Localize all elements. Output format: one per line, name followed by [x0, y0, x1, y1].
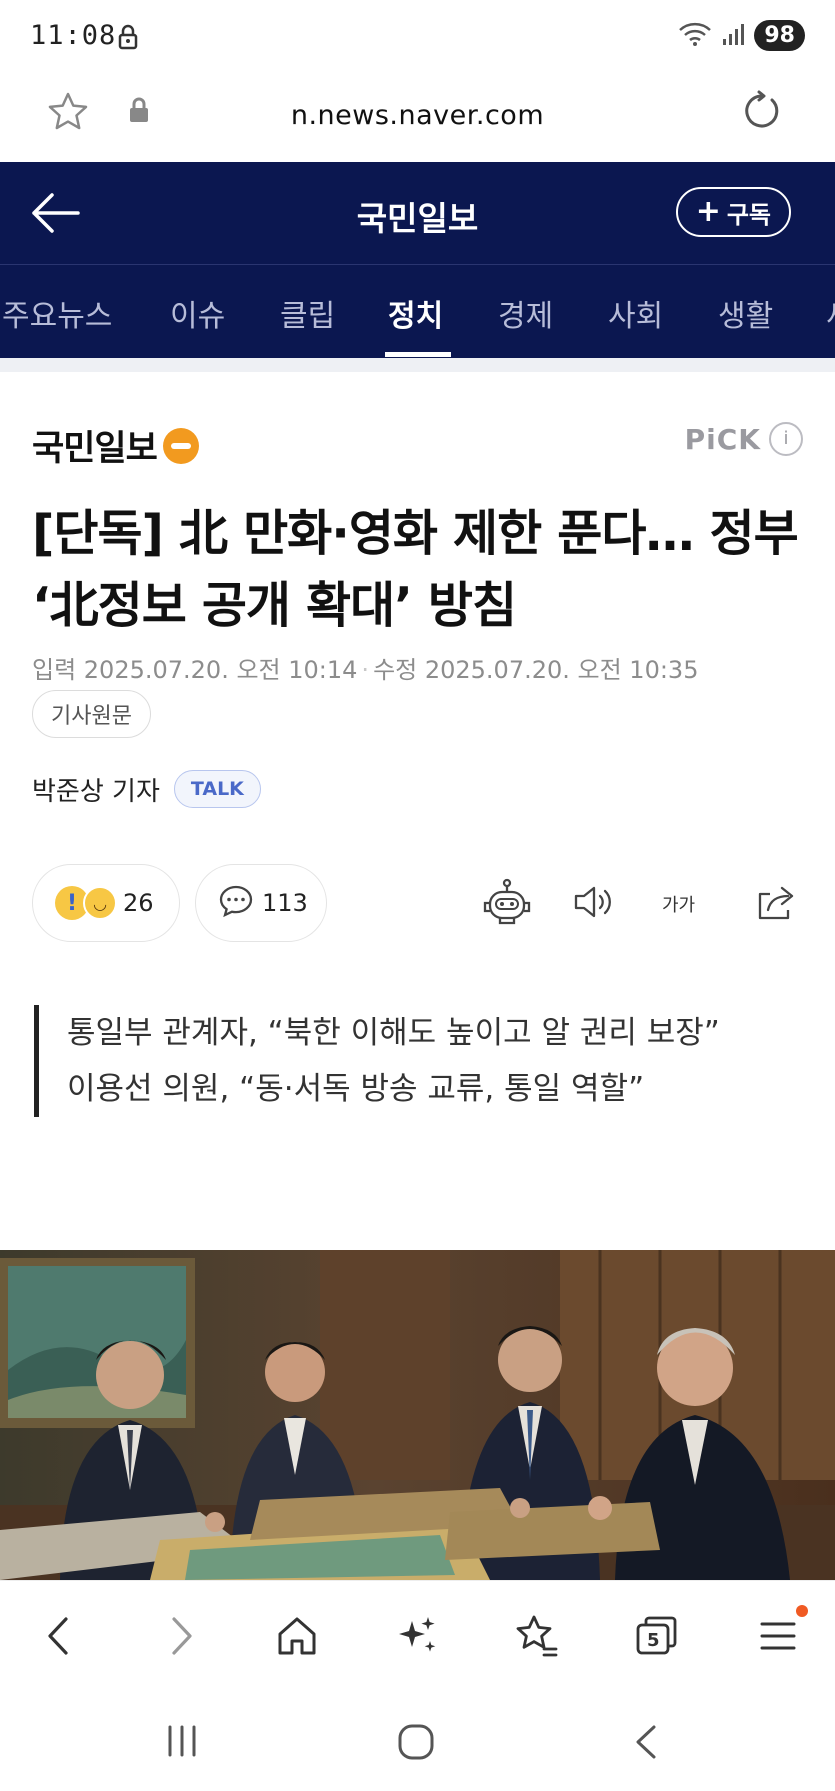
tab-main-news[interactable]: 주요뉴스 [2, 291, 112, 335]
press-name: 국민일보 [32, 429, 158, 469]
tab-life[interactable]: 생활 [718, 291, 773, 335]
text-to-speech-speaker-icon[interactable] [572, 882, 616, 926]
subscribe-button[interactable]: + 구독 [675, 187, 791, 237]
tabs-icon[interactable]: 5 [634, 1613, 680, 1663]
pick-badge[interactable]: PiCK i [685, 422, 803, 456]
status-bar: 11:08 98 [0, 0, 835, 72]
reaction-count: 26 [123, 889, 154, 917]
article-photo[interactable] [0, 1250, 835, 1580]
system-nav-bar [0, 1690, 835, 1791]
article-headline: [단독] 北 만화·영화 제한 푼다… 정부 ‘北정보 공개 확대’ 방침 [32, 505, 799, 634]
reporter-row: 박준상 기자 TALK [32, 770, 261, 808]
tab-issue[interactable]: 이슈 [170, 291, 225, 335]
reporter-name[interactable]: 박준상 기자 [32, 771, 160, 808]
url-address[interactable]: n.news.naver.com [0, 100, 835, 131]
reaction-button[interactable]: ! ◡ 26 [32, 864, 180, 942]
modified-time: 수정 2025.07.20. 오전 10:35 [373, 656, 699, 684]
summary-line: 이용선 의원, “동·서독 방송 교류, 통일 역할” [67, 1071, 645, 1107]
comment-count: 113 [262, 889, 308, 917]
article-summary-quote: 통일부 관계자, “북한 이해도 높이고 알 권리 보장” 이용선 의원, “동… [34, 1005, 774, 1117]
status-time: 11:08 [30, 20, 117, 51]
tab-count: 5 [647, 1630, 660, 1651]
notification-dot [796, 1605, 808, 1617]
home-circle-icon[interactable] [396, 1724, 436, 1764]
battery-indicator: 98 [754, 20, 805, 51]
browser-url-bar: n.news.naver.com [0, 72, 835, 162]
lock-status-icon [118, 24, 138, 54]
browser-bottom-nav: 5 [0, 1580, 835, 1690]
ai-sparkle-icon[interactable] [394, 1613, 440, 1663]
section-divider [0, 358, 835, 372]
press-logo[interactable]: 국민일보 [32, 420, 199, 471]
tab-economy[interactable]: 경제 [498, 291, 553, 335]
comment-bubble-icon [218, 884, 254, 922]
tab-clip[interactable]: 클립 [280, 291, 335, 335]
nav-forward-icon[interactable] [160, 1613, 200, 1663]
subscribe-label: 구독 [726, 200, 771, 229]
press-logo-mark-icon [162, 427, 199, 464]
signal-icon [722, 23, 745, 49]
bookmarks-star-icon[interactable] [514, 1613, 560, 1663]
system-back-icon[interactable] [632, 1724, 662, 1764]
section-tabs: 주요뉴스 이슈 클립 정치 경제 사회 생활 세 [0, 264, 835, 358]
original-article-button[interactable]: 기사원문 [32, 690, 151, 738]
nav-back-icon[interactable] [40, 1613, 80, 1663]
active-tab-indicator [385, 352, 451, 357]
pick-label: PiCK [684, 422, 761, 456]
smile-emoji-icon: ◡ [83, 886, 117, 920]
tab-society[interactable]: 사회 [608, 291, 663, 335]
wifi-icon [678, 21, 712, 51]
ai-summary-robot-icon[interactable] [482, 878, 532, 930]
menu-icon[interactable] [756, 1605, 808, 1663]
article-action-bar: ! ◡ 26 113 가가 [32, 864, 803, 942]
talk-button[interactable]: TALK [173, 770, 261, 808]
plus-icon: + [695, 194, 721, 229]
home-icon[interactable] [274, 1613, 320, 1663]
font-size-icon[interactable]: 가가 [662, 884, 695, 919]
published-time: 입력 2025.07.20. 오전 10:14 [32, 656, 358, 684]
article-timestamps: 입력 2025.07.20. 오전 10:14 · 수정 2025.07.20. 오… [32, 656, 699, 684]
publisher-header: 국민일보 + 구독 [0, 162, 835, 264]
reload-icon[interactable] [741, 90, 785, 138]
recent-apps-icon[interactable] [162, 1724, 202, 1762]
info-icon[interactable]: i [769, 422, 803, 456]
summary-line: 통일부 관계자, “북한 이해도 높이고 알 권리 보장” [67, 1015, 720, 1051]
comment-button[interactable]: 113 [195, 864, 327, 942]
share-icon[interactable] [754, 882, 798, 926]
tab-world[interactable]: 세 [826, 291, 835, 335]
tab-politics[interactable]: 정치 [388, 291, 443, 335]
